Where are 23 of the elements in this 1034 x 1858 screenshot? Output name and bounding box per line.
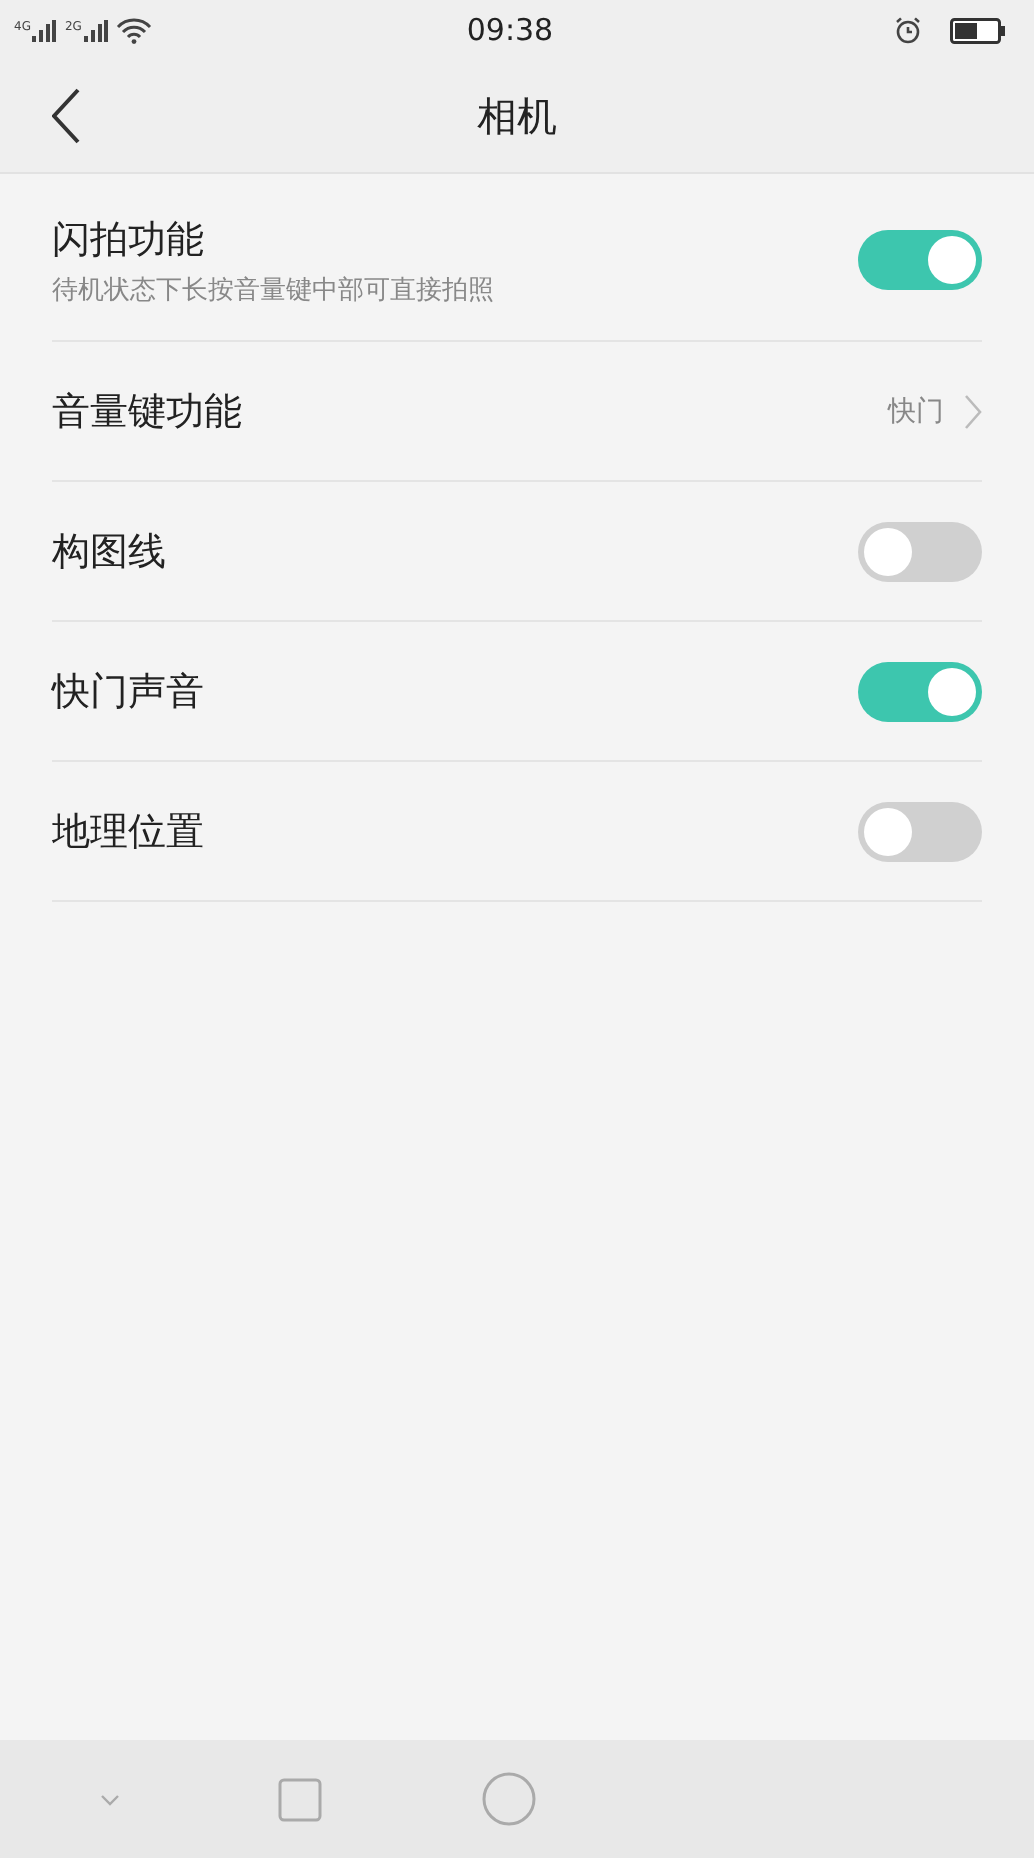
back-icon[interactable]: [52, 88, 80, 144]
signal-icon: [32, 19, 57, 41]
signal-icon: [83, 19, 108, 41]
page-title: 相机: [477, 89, 557, 143]
collapse-icon[interactable]: [99, 1793, 120, 1805]
toggle-switch[interactable]: [858, 230, 982, 290]
home-icon[interactable]: [481, 1772, 536, 1826]
setting-description: 待机状态下长按音量键中部可直接拍照: [52, 273, 494, 307]
status-time: 09:38: [466, 12, 554, 48]
setting-label: 音量键功能: [52, 387, 242, 437]
chevron-icon[interactable]: [964, 393, 982, 429]
setting-label: 地理位置: [52, 807, 204, 857]
setting-label: 构图线: [52, 527, 166, 577]
toggle-switch[interactable]: [858, 661, 982, 721]
alarm-icon: [893, 16, 922, 44]
recents-icon[interactable]: [278, 1777, 323, 1821]
toggle-switch[interactable]: [858, 801, 982, 861]
toggle-switch[interactable]: [858, 521, 982, 581]
setting-label: 闪拍功能: [52, 215, 206, 265]
wifi-icon: [115, 17, 152, 43]
setting-label: 快门声音: [52, 667, 204, 717]
setting-value: 快门: [888, 393, 944, 429]
battery-icon: [949, 17, 1006, 43]
